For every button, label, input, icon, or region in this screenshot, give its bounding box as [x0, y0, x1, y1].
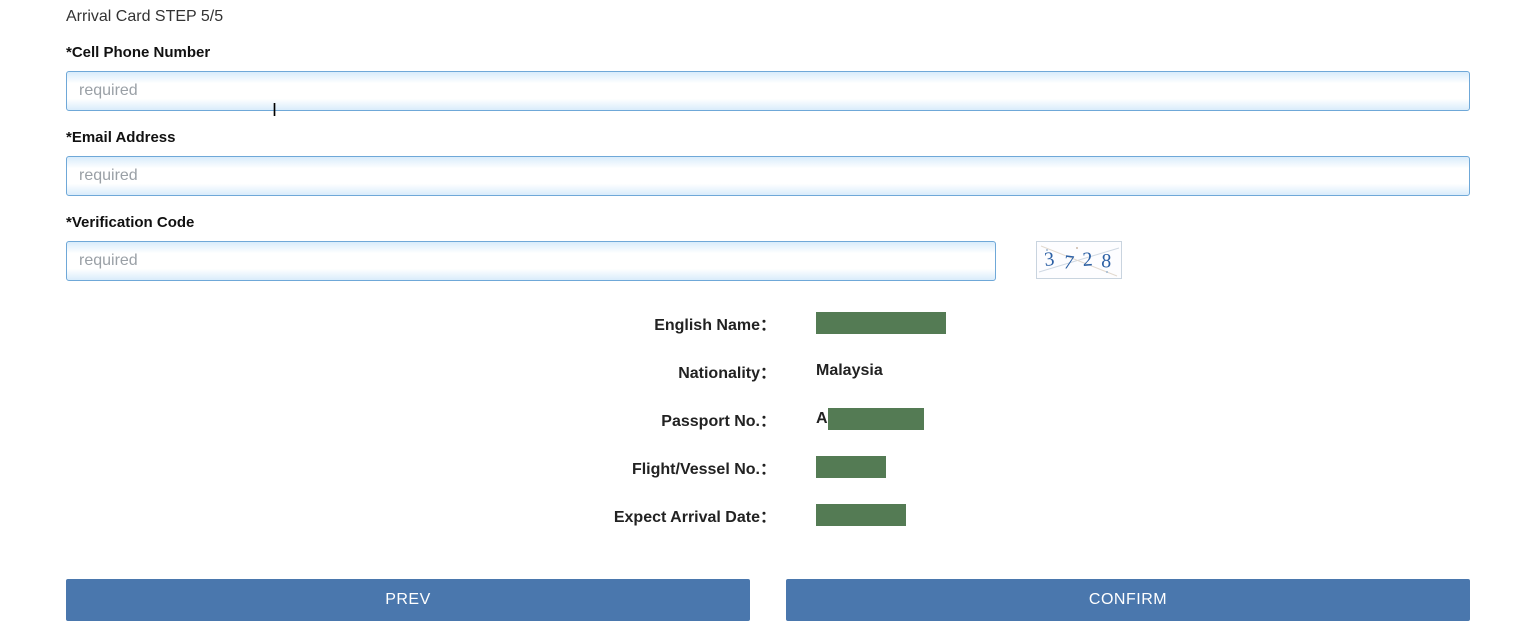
english-name-label: English Name：	[66, 311, 816, 335]
prev-button[interactable]: PREV	[66, 579, 750, 621]
flight-label: Flight/Vessel No.：	[66, 455, 816, 479]
english-name-value	[816, 312, 946, 334]
cell-phone-field: *Cell Phone Number I	[66, 44, 1470, 111]
redacted-block	[816, 312, 946, 334]
verification-field: *Verification Code 3 7 2 8	[66, 214, 1470, 281]
button-row: PREV CONFIRM	[66, 579, 1470, 621]
svg-text:7: 7	[1062, 251, 1075, 274]
redacted-block	[816, 504, 906, 526]
redacted-block	[816, 456, 886, 478]
email-field: *Email Address	[66, 129, 1470, 196]
page-title: Arrival Card STEP 5/5	[66, 8, 1470, 26]
verification-label: *Verification Code	[66, 214, 1470, 231]
redacted-block	[828, 408, 924, 430]
nationality-label: Nationality：	[66, 359, 816, 383]
passport-prefix: A	[816, 410, 828, 428]
summary-row-english-name: English Name：	[66, 299, 1470, 347]
flight-value	[816, 456, 886, 478]
verification-input[interactable]	[66, 241, 996, 281]
confirm-button[interactable]: CONFIRM	[786, 579, 1470, 621]
cell-phone-input[interactable]	[66, 71, 1470, 111]
arrival-date-value	[816, 504, 906, 526]
svg-text:2: 2	[1082, 248, 1094, 271]
passport-label: Passport No.：	[66, 407, 816, 431]
email-input[interactable]	[66, 156, 1470, 196]
summary-row-passport: Passport No.： A	[66, 395, 1470, 443]
summary-block: English Name： Nationality： Malaysia Pass…	[66, 299, 1470, 539]
passport-value: A	[816, 408, 924, 430]
summary-row-nationality: Nationality： Malaysia	[66, 347, 1470, 395]
cell-phone-label: *Cell Phone Number	[66, 44, 1470, 61]
summary-row-flight: Flight/Vessel No.：	[66, 443, 1470, 491]
nationality-value: Malaysia	[816, 362, 883, 380]
email-label: *Email Address	[66, 129, 1470, 146]
captcha-image[interactable]: 3 7 2 8	[1036, 241, 1122, 279]
summary-row-arrival: Expect Arrival Date：	[66, 491, 1470, 539]
svg-text:8: 8	[1101, 250, 1112, 272]
arrival-date-label: Expect Arrival Date：	[66, 503, 816, 527]
